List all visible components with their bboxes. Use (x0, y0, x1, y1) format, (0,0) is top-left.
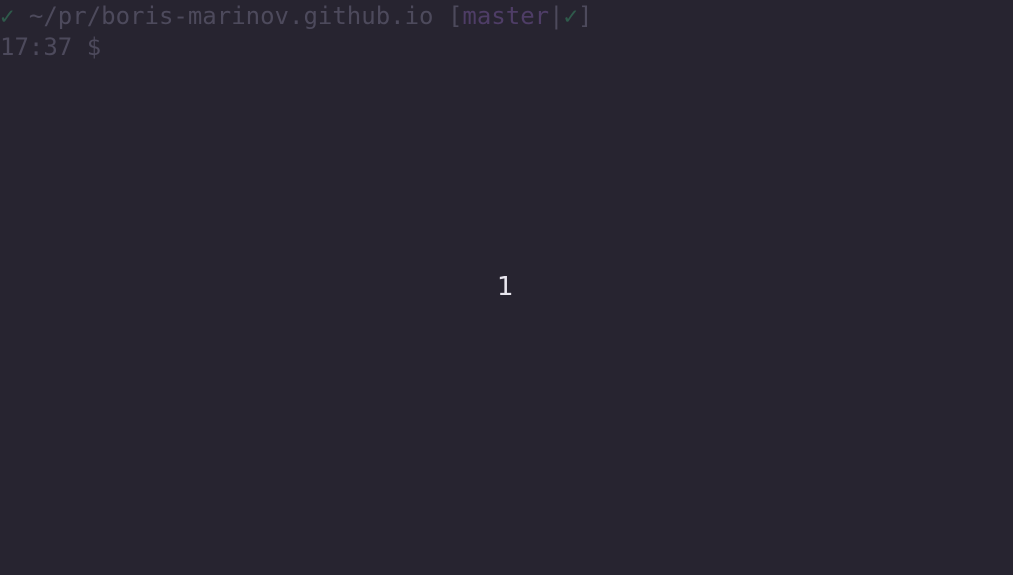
overlay-number: 1 (497, 272, 514, 302)
prompt-status-line: ✓ ~/pr/boris-marinov.github.io [master|✓… (0, 0, 592, 32)
branch-separator: | (549, 2, 564, 30)
git-branch-name: master (462, 2, 550, 30)
branch-open-bracket: [ (447, 2, 463, 30)
status-check-icon: ✓ (0, 2, 15, 30)
git-clean-check-icon: ✓ (563, 2, 578, 30)
prompt-time: 17:37 (0, 33, 73, 61)
current-directory: ~/pr/boris-marinov.github.io (28, 2, 434, 30)
branch-close-bracket: ] (578, 2, 593, 30)
prompt-input-line[interactable]: 17:37 $ (0, 31, 101, 63)
terminal-window[interactable]: ✓ ~/pr/boris-marinov.github.io [master|✓… (0, 0, 1013, 575)
prompt-symbol: $ (86, 33, 102, 61)
